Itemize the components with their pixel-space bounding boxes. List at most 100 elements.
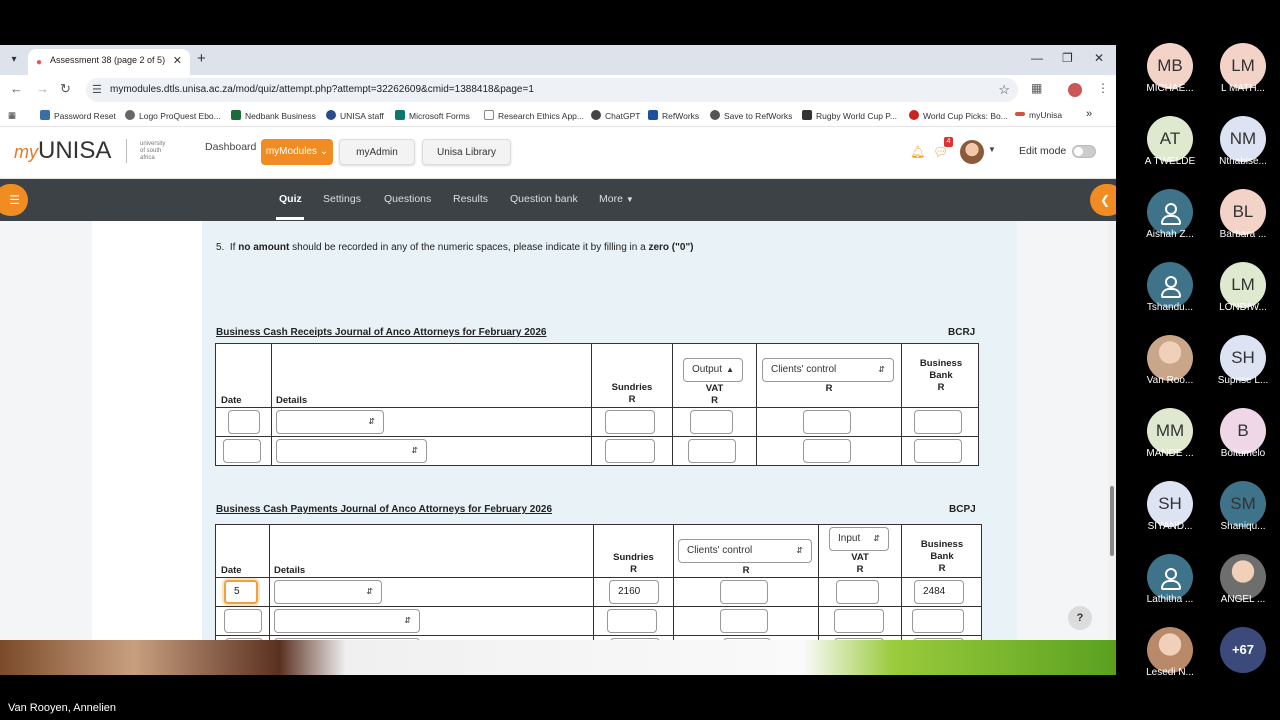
cpj-details-select[interactable]: ⇵ — [274, 609, 420, 633]
bookmark-password-reset[interactable]: Password Reset — [40, 110, 116, 121]
minimize-icon[interactable]: — — [1031, 51, 1043, 65]
crj-vat-input[interactable] — [690, 410, 733, 434]
maximize-icon[interactable]: ❐ — [1062, 51, 1073, 65]
crj-bank-input[interactable] — [914, 439, 962, 463]
crj-vat-input[interactable] — [688, 439, 736, 463]
tab-close-icon[interactable]: ✕ — [173, 54, 182, 67]
tab-title: Assessment 38 (page 2 of 5) — [50, 55, 166, 65]
tab-quiz[interactable]: Quiz — [279, 193, 302, 205]
bookmark-star-icon[interactable]: ☆ — [998, 82, 1010, 98]
bookmark-nedbank[interactable]: Nedbank Business — [231, 110, 316, 121]
user-avatar[interactable] — [960, 140, 984, 164]
nav-myadmin-button[interactable]: myAdmin — [339, 139, 415, 165]
profile-icon[interactable] — [1068, 83, 1082, 97]
crj-date-input[interactable] — [223, 439, 261, 463]
cpj-clients-input[interactable] — [720, 580, 768, 604]
cpj-vat-input[interactable] — [834, 609, 884, 633]
crj-details-select[interactable]: ⇵ — [276, 410, 384, 434]
close-window-icon[interactable]: ✕ — [1094, 51, 1104, 65]
myunisa-logo[interactable]: myUNISA — [14, 137, 111, 165]
cpj-bank-input[interactable] — [912, 609, 964, 633]
participant-tile[interactable]: MB MICHAE... — [1126, 43, 1200, 109]
participant-tile[interactable]: Van Roo... — [1126, 335, 1200, 401]
new-tab-icon[interactable]: + — [197, 50, 206, 67]
bookmark-research-ethics[interactable]: Research Ethics App... — [484, 110, 584, 121]
edit-mode-toggle[interactable] — [1072, 145, 1096, 158]
crj-column-select[interactable]: Clients' control ⇵ — [762, 358, 894, 382]
crj-date-input[interactable] — [228, 410, 260, 434]
tab-results[interactable]: Results — [453, 193, 488, 205]
participant-name: Boitumelo — [1220, 448, 1266, 459]
cpj-clients-input[interactable] — [720, 609, 768, 633]
site-info-icon[interactable]: ☰ — [92, 83, 102, 96]
nav-dashboard[interactable]: Dashboard — [205, 141, 256, 153]
tab-favicon-icon: ● — [36, 57, 43, 68]
tab-search-icon[interactable]: ▾ — [6, 52, 22, 68]
crj-details-select[interactable]: ⇵ — [276, 439, 427, 463]
cpj-date-input[interactable] — [224, 609, 262, 633]
extensions-icon[interactable]: ▦ — [1031, 81, 1042, 95]
participant-tile[interactable]: SM Shaniqu... — [1199, 481, 1273, 547]
participant-tile[interactable]: SH Suprise L... — [1199, 335, 1273, 401]
reload-icon[interactable]: ↻ — [60, 81, 71, 97]
browser-menu-icon[interactable]: ⋮ — [1097, 81, 1109, 95]
tab-question-bank[interactable]: Question bank — [510, 193, 578, 205]
course-index-menu-icon[interactable]: ☰ — [0, 184, 28, 216]
participant-tile[interactable]: Tshandu... — [1126, 262, 1200, 328]
cpj-vat-input[interactable] — [836, 580, 879, 604]
participant-tile[interactable]: NM Nthabise... — [1199, 116, 1273, 182]
participant-tile[interactable]: LM L MATH... — [1199, 43, 1273, 109]
participant-tile[interactable]: LM LONDIW... — [1199, 262, 1273, 328]
participant-tile[interactable]: Aishah Z... — [1126, 189, 1200, 255]
apps-icon[interactable]: ▦ — [8, 110, 16, 121]
crj-bank-input[interactable] — [914, 410, 962, 434]
participant-tile[interactable]: ANGEL ... — [1199, 554, 1273, 620]
page-scrollbar[interactable] — [1108, 221, 1116, 641]
bookmark-microsoft-forms[interactable]: Microsoft Forms — [395, 110, 470, 121]
bookmark-proquest[interactable]: Logo ProQuest Ebo... — [125, 110, 221, 121]
bookmark-unisa-staff[interactable]: UNISA staff — [326, 110, 384, 121]
participant-tile[interactable]: MM MANDE ... — [1126, 408, 1200, 474]
nav-unisa-library-button[interactable]: Unisa Library — [422, 139, 511, 165]
bookmark-save-to-refworks[interactable]: Save to RefWorks — [710, 110, 792, 121]
help-button[interactable]: ? — [1068, 606, 1092, 630]
tab-settings[interactable]: Settings — [323, 193, 361, 205]
tab-questions[interactable]: Questions — [384, 193, 431, 205]
browser-tab[interactable]: ● Assessment 38 (page 2 of 5) ✕ — [28, 49, 190, 75]
more-bookmarks-icon[interactable]: » — [1086, 108, 1092, 120]
tab-more[interactable]: More ▼ — [599, 193, 634, 205]
participant-tile[interactable]: +67 — [1199, 627, 1273, 693]
cpj-sundries-input[interactable]: 2160 — [609, 580, 659, 604]
cpj-column-select[interactable]: Clients' control ⇵ — [678, 539, 812, 563]
bookmark-rugby[interactable]: Rugby World Cup P... — [802, 110, 897, 121]
participant-tile[interactable]: BL Barbara ... — [1199, 189, 1273, 255]
bell-icon[interactable]: 🔔︎ — [910, 145, 925, 159]
participant-tile[interactable]: AT A TWELDE — [1126, 116, 1200, 182]
bookmark-chatgpt[interactable]: ChatGPT — [591, 110, 640, 121]
crj-clients-input[interactable] — [803, 410, 851, 434]
participant-tile[interactable]: Lesedi N... — [1126, 627, 1200, 693]
messages-icon[interactable]: 💬︎ — [933, 145, 948, 159]
back-icon[interactable]: ← — [10, 81, 23, 96]
cpj-sundries-input[interactable] — [607, 609, 657, 633]
bookmark-world-cup-picks[interactable]: World Cup Picks: Bo... — [909, 110, 1008, 121]
participant-tile[interactable]: SH SIYAND... — [1126, 481, 1200, 547]
cpj-vat-type-select[interactable]: Input ⇵ — [829, 527, 889, 551]
bookmark-refworks[interactable]: RefWorks — [648, 110, 699, 121]
nav-mymodules-button[interactable]: myModules ⌄ — [261, 139, 333, 165]
participant-tile[interactable]: B Boitumelo — [1199, 408, 1273, 474]
cpj-bank-input[interactable]: 2484 — [914, 580, 964, 604]
forward-icon[interactable]: → — [36, 81, 49, 96]
crj-sundries-input[interactable] — [605, 439, 655, 463]
crj-clients-input[interactable] — [803, 439, 851, 463]
bookmark-myunisa[interactable]: myUnisa — [1015, 110, 1062, 120]
quiz-navigation-drawer-icon[interactable]: ❮ — [1090, 184, 1116, 216]
scroll-thumb[interactable] — [1110, 486, 1114, 556]
address-bar[interactable]: ☰ mymodules.dtls.unisa.ac.za/mod/quiz/at… — [86, 78, 1018, 102]
participant-tile[interactable]: Lathitha ... — [1126, 554, 1200, 620]
crj-vat-type-select[interactable]: Output ▲ — [683, 358, 743, 382]
cpj-details-select[interactable]: ⇵ — [274, 580, 382, 604]
cpj-date-input-focused[interactable]: 5 — [224, 580, 258, 604]
chevron-down-icon[interactable]: ▼ — [988, 145, 996, 154]
crj-sundries-input[interactable] — [605, 410, 655, 434]
